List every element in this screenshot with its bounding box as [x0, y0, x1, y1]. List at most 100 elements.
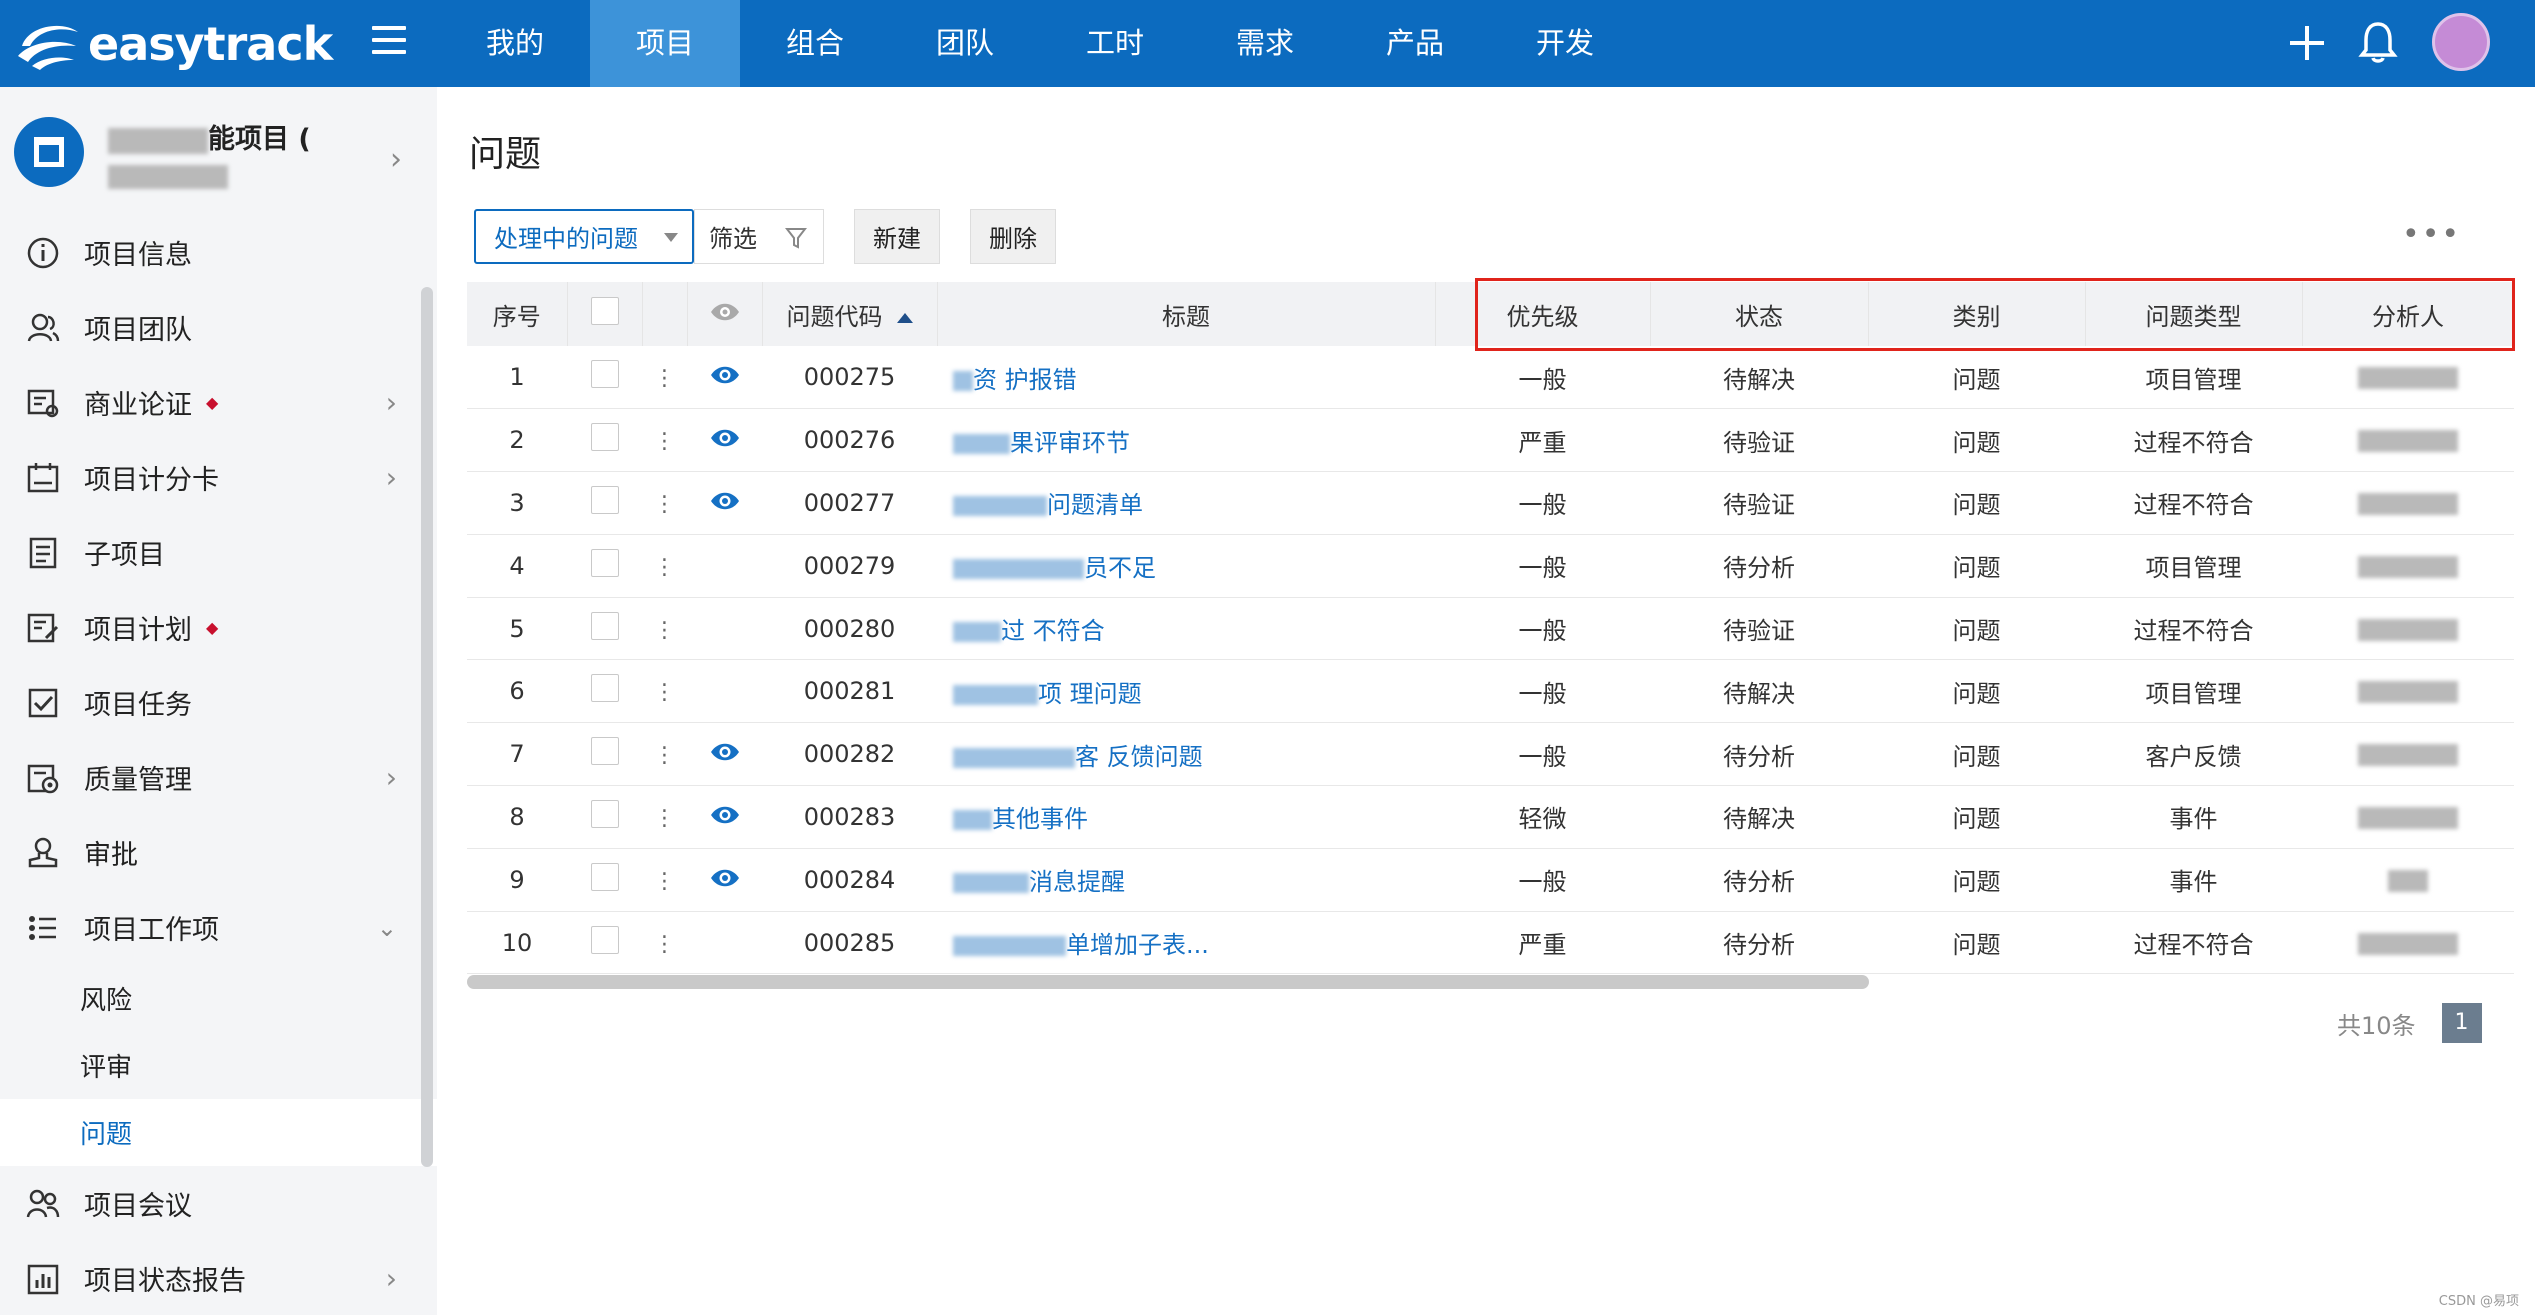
sidebar-item-scorecard[interactable]: 项目计分卡 ›: [0, 440, 437, 515]
sidebar-subitem-issue[interactable]: 问题: [0, 1099, 437, 1166]
page-button-current[interactable]: 1: [2442, 1003, 2482, 1043]
nav-item-timesheet[interactable]: 工时: [1040, 0, 1190, 87]
sidebar-item-subproject[interactable]: 子项目: [0, 515, 437, 590]
nav-item-team[interactable]: 团队: [890, 0, 1040, 87]
col-header-select-all[interactable]: [567, 282, 642, 346]
chevron-right-icon[interactable]: ›: [386, 761, 397, 794]
row-menu-icon[interactable]: ⋮: [654, 431, 676, 453]
cell-title[interactable]: 消息提醒: [937, 848, 1435, 911]
col-header-code[interactable]: 问题代码: [762, 282, 937, 346]
menu-toggle-icon[interactable]: [372, 26, 406, 60]
table-row[interactable]: 6⋮000281项 理问题一般待解决问题项目管理: [467, 660, 2514, 723]
chevron-right-icon[interactable]: ›: [390, 142, 402, 177]
nav-item-requirements[interactable]: 需求: [1190, 0, 1340, 87]
sidebar-scrollbar[interactable]: [421, 287, 433, 1167]
table-row[interactable]: 7⋮000282客 反馈问题一般待分析问题客户反馈: [467, 723, 2514, 786]
cell-title[interactable]: 客 反馈问题: [937, 723, 1435, 786]
issue-title-link[interactable]: 客 反馈问题: [1075, 743, 1203, 771]
table-row[interactable]: 5⋮000280过 不符合一般待验证问题过程不符合: [467, 597, 2514, 660]
eye-icon[interactable]: [710, 428, 740, 448]
nav-item-development[interactable]: 开发: [1490, 0, 1640, 87]
horizontal-scrollbar[interactable]: [467, 975, 1869, 989]
issue-title-link[interactable]: 资 护报错: [973, 366, 1077, 394]
chevron-right-icon[interactable]: ›: [386, 386, 397, 419]
row-checkbox[interactable]: [591, 612, 619, 640]
row-menu-icon[interactable]: ⋮: [654, 494, 676, 516]
issue-title-link[interactable]: 问题清单: [1047, 491, 1143, 519]
row-menu-icon[interactable]: ⋮: [654, 745, 676, 767]
issue-title-link[interactable]: 项 理问题: [1038, 680, 1142, 708]
cell-title[interactable]: 资 护报错: [937, 346, 1435, 409]
sidebar-item-project-team[interactable]: 项目团队: [0, 290, 437, 365]
issue-title-link[interactable]: 员不足: [1084, 554, 1156, 582]
nav-item-product[interactable]: 产品: [1340, 0, 1490, 87]
sidebar-item-project-task[interactable]: 项目任务: [0, 665, 437, 740]
cell-title[interactable]: 项 理问题: [937, 660, 1435, 723]
easytrack-logo[interactable]: easytrack: [14, 10, 332, 77]
row-menu-icon[interactable]: ⋮: [654, 620, 676, 642]
row-checkbox[interactable]: [591, 800, 619, 828]
sidebar-item-status-report[interactable]: 项目状态报告 ›: [0, 1241, 437, 1316]
row-menu-icon[interactable]: ⋮: [654, 557, 676, 579]
table-row[interactable]: 10⋮000285单增加子表...严重待分析问题过程不符合: [467, 911, 2514, 974]
eye-icon[interactable]: [710, 742, 740, 762]
row-checkbox[interactable]: [591, 737, 619, 765]
eye-icon[interactable]: [710, 805, 740, 825]
chevron-right-icon[interactable]: ›: [386, 1262, 397, 1295]
row-checkbox[interactable]: [591, 863, 619, 891]
chevron-right-icon[interactable]: ›: [386, 461, 397, 494]
sidebar-item-meeting[interactable]: 项目会议: [0, 1166, 437, 1241]
select-all-checkbox[interactable]: [591, 297, 619, 325]
eye-icon[interactable]: [710, 491, 740, 511]
cell-title[interactable]: 单增加子表...: [937, 911, 1435, 974]
row-checkbox[interactable]: [591, 549, 619, 577]
delete-button[interactable]: 删除: [970, 209, 1056, 264]
issue-title-link[interactable]: 其他事件: [992, 805, 1088, 833]
cell-title[interactable]: 过 不符合: [937, 597, 1435, 660]
row-checkbox[interactable]: [591, 360, 619, 388]
row-menu-icon[interactable]: ⋮: [654, 368, 676, 390]
row-menu-icon[interactable]: ⋮: [654, 808, 676, 830]
nav-item-mine[interactable]: 我的: [440, 0, 590, 87]
nav-item-portfolio[interactable]: 组合: [740, 0, 890, 87]
chevron-down-icon[interactable]: ⌄: [377, 914, 397, 942]
issue-title-link[interactable]: 果评审环节: [1010, 429, 1130, 457]
issue-title-link[interactable]: 消息提醒: [1029, 868, 1125, 896]
bell-icon[interactable]: [2358, 20, 2398, 64]
issue-view-select[interactable]: 处理中的问题: [474, 209, 694, 264]
sidebar-item-approval[interactable]: 审批: [0, 815, 437, 890]
cell-title[interactable]: 果评审环节: [937, 409, 1435, 472]
sidebar-item-project-info[interactable]: 项目信息: [0, 215, 437, 290]
table-row[interactable]: 9⋮000284消息提醒一般待分析问题事件: [467, 848, 2514, 911]
row-menu-icon[interactable]: ⋮: [654, 871, 676, 893]
sidebar-item-business-case[interactable]: 商业论证 ◆ ›: [0, 365, 437, 440]
issue-title-link[interactable]: 单增加子表...: [1066, 931, 1209, 959]
table-row[interactable]: 1⋮000275资 护报错一般待解决问题项目管理: [467, 346, 2514, 409]
sidebar-subitem-review[interactable]: 评审: [0, 1032, 437, 1099]
add-icon[interactable]: [2288, 24, 2326, 62]
new-button[interactable]: 新建: [854, 209, 940, 264]
filter-button[interactable]: 筛选: [694, 209, 824, 264]
sort-ascending-icon[interactable]: [897, 313, 913, 323]
row-checkbox[interactable]: [591, 674, 619, 702]
row-menu-icon[interactable]: ⋮: [654, 934, 676, 956]
project-header[interactable]: 能项目 ( ›: [0, 87, 437, 207]
row-checkbox[interactable]: [591, 926, 619, 954]
more-options-icon[interactable]: •••: [2402, 217, 2461, 252]
sidebar-item-work-items[interactable]: 项目工作项 ⌄: [0, 890, 437, 965]
cell-title[interactable]: 问题清单: [937, 472, 1435, 535]
col-header-no[interactable]: 序号: [467, 282, 567, 346]
nav-item-project[interactable]: 项目: [590, 0, 740, 87]
table-row[interactable]: 8⋮000283其他事件轻微待解决问题事件: [467, 786, 2514, 849]
issue-title-link[interactable]: 过 不符合: [1001, 617, 1105, 645]
eye-icon[interactable]: [710, 365, 740, 385]
sidebar-subitem-risk[interactable]: 风险: [0, 965, 437, 1032]
row-checkbox[interactable]: [591, 486, 619, 514]
avatar[interactable]: [2432, 13, 2490, 71]
row-checkbox[interactable]: [591, 423, 619, 451]
cell-title[interactable]: 其他事件: [937, 786, 1435, 849]
table-row[interactable]: 3⋮000277问题清单一般待验证问题过程不符合: [467, 472, 2514, 535]
eye-icon[interactable]: [710, 868, 740, 888]
table-row[interactable]: 2⋮000276果评审环节严重待验证问题过程不符合: [467, 409, 2514, 472]
sidebar-item-quality[interactable]: 质量管理 ›: [0, 740, 437, 815]
